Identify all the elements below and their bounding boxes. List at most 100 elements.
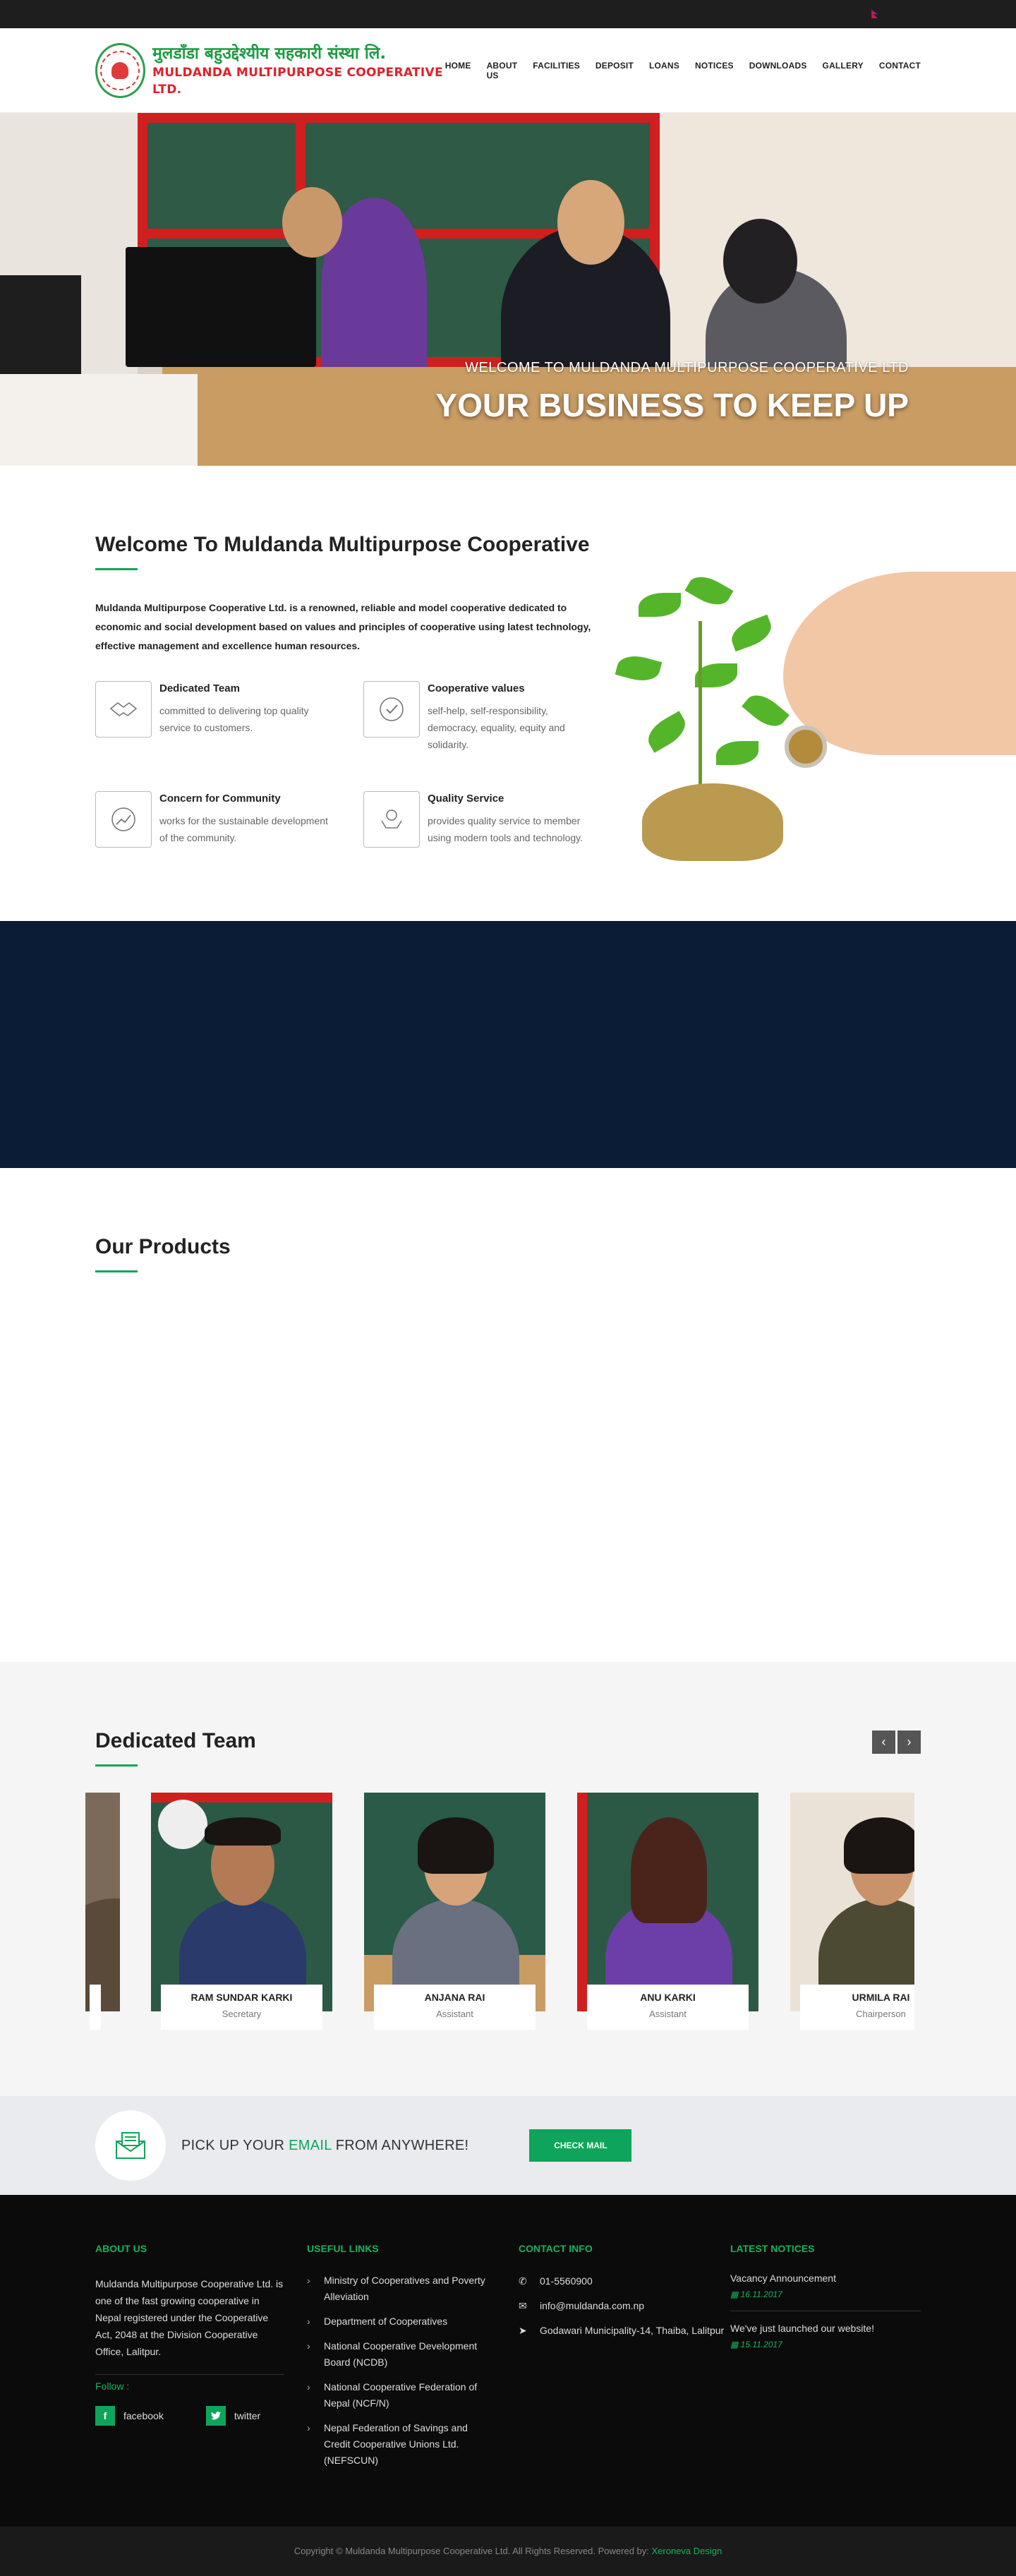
mail-icon: ✉ — [519, 2300, 527, 2311]
chevron-right-icon: › — [307, 2381, 310, 2393]
member-name: ANU KARKI — [640, 1992, 696, 2003]
footer-contact: CONTACT INFO ✆ 01-5560900 ✉ info@muldanda.… — [519, 2243, 730, 2477]
email-strip: PICK UP YOUR EMAIL FROM ANYWHERE! CHECK … — [0, 2096, 1016, 2195]
title-underline — [95, 1764, 138, 1767]
nav-home[interactable]: HOME — [445, 61, 471, 80]
contact-email[interactable]: ✉ info@muldanda.com.np — [519, 2297, 730, 2314]
main-nav: HOME ABOUT US FACILITIES DEPOSIT LOANS N… — [445, 61, 921, 80]
member-photo — [577, 1793, 758, 2011]
nav-loans[interactable]: LOANS — [649, 61, 679, 80]
feature-grid: Dedicated Team committed to delivering t… — [95, 681, 617, 848]
member-role: Chairperson — [856, 2009, 906, 2019]
logo-english-text: MULDANDA MULTIPURPOSE COOPERATIVE LTD. — [152, 66, 443, 97]
feature-item: Quality Service provides quality service… — [363, 791, 617, 848]
footer-link-item[interactable]: › National Cooperative Federation of Nepa… — [307, 2379, 496, 2412]
feature-desc: committed to delivering top quality serv… — [159, 705, 309, 733]
site-logo[interactable]: मुलडाँडा बहुउद्देश्यीय सहकारी संस्था लि.… — [95, 43, 445, 98]
contact-phone: ✆ 01-5560900 — [519, 2273, 730, 2289]
carousel-prev-button[interactable]: ‹ — [872, 1731, 895, 1754]
team-title: Dedicated Team — [95, 1729, 256, 1752]
calendar-icon: ▦ — [730, 2340, 741, 2349]
chevron-right-icon: › — [307, 2316, 310, 2327]
notice-item[interactable]: Vacancy Announcement ▦ 16.11.2017 — [730, 2273, 921, 2311]
site-footer: ABOUT US Muldanda Multipurpose Cooperati… — [0, 2195, 1016, 2527]
footer-contact-title: CONTACT INFO — [519, 2243, 593, 2254]
feature-desc: provides quality service to member using… — [428, 815, 583, 843]
nav-gallery[interactable]: GALLERY — [823, 61, 864, 80]
feature-title: Quality Service — [428, 793, 504, 805]
team-carousel: RAM SUNDAR KARKI Secretary ANJANA RAI As… — [85, 1793, 914, 2040]
chevron-right-icon: › — [307, 2340, 310, 2352]
hero-subtitle: WELCOME TO MULDANDA MULTIPURPOSE COOPERA… — [465, 360, 909, 375]
hero-banner: WELCOME TO MULDANDA MULTIPURPOSE COOPERA… — [0, 113, 1016, 466]
powered-by-link[interactable]: Xeroneva Design — [652, 2546, 722, 2556]
carousel-next-button[interactable]: › — [897, 1731, 921, 1754]
cooperative-emblem-icon — [95, 43, 145, 98]
footer-link-item[interactable]: › Nepal Federation of Savings and Credit … — [307, 2420, 496, 2469]
logo-nepali-text: मुलडाँडा बहुउद्देश्यीय सहकारी संस्था लि. — [152, 44, 387, 63]
nepal-flag-icon[interactable] — [871, 10, 878, 18]
member-name: URMILA RAI — [852, 1992, 910, 2003]
feature-desc: self-help, self-responsibility, democrac… — [428, 705, 565, 750]
nav-contact[interactable]: CONTACT — [879, 61, 921, 80]
member-photo — [364, 1793, 545, 2011]
footer-link-item[interactable]: › Ministry of Cooperatives and Poverty Al… — [307, 2273, 496, 2305]
hands-money-icon — [363, 791, 420, 848]
footer-links-title: USEFUL LINKS — [307, 2243, 379, 2254]
notice-date: ▦ 16.11.2017 — [730, 2289, 782, 2299]
team-member-card[interactable]: RAM SUNDAR KARKI Secretary — [151, 1793, 332, 2030]
member-name: RAM SUNDAR KARKI — [190, 1992, 293, 2003]
handshake-icon — [95, 681, 152, 738]
copyright-text: Copyright © Muldanda Multipurpose Cooper… — [294, 2546, 652, 2556]
feature-item: Concern for Community works for the sust… — [95, 791, 363, 848]
location-arrow-icon: ➤ — [519, 2325, 527, 2336]
member-photo — [151, 1793, 332, 2011]
chevron-right-icon: › — [307, 2275, 310, 2286]
nav-deposit[interactable]: DEPOSIT — [595, 61, 634, 80]
calendar-icon: ▦ — [730, 2289, 741, 2299]
team-member-card[interactable] — [85, 1793, 120, 2030]
notice-date: ▦ 15.11.2017 — [730, 2340, 782, 2349]
team-member-card[interactable]: ANU KARKI Assistant — [577, 1793, 758, 2030]
envelope-icon — [95, 2110, 166, 2181]
computer-monitor-image — [126, 247, 316, 367]
products-title: Our Products — [95, 1235, 231, 1258]
title-underline — [95, 568, 138, 570]
nav-notices[interactable]: NOTICES — [695, 61, 734, 80]
welcome-intro: Muldanda Multipurpose Cooperative Ltd. i… — [95, 602, 591, 651]
stats-band — [0, 921, 1016, 1168]
title-underline — [95, 1270, 138, 1272]
nav-about-us[interactable]: ABOUT US — [487, 61, 518, 80]
feature-title: Concern for Community — [159, 793, 281, 805]
member-name: ANJANA RAI — [424, 1992, 485, 2003]
member-role: Secretary — [222, 2009, 262, 2019]
welcome-title: Welcome To Muldanda Multipurpose Coopera… — [95, 533, 590, 556]
nav-facilities[interactable]: FACILITIES — [533, 61, 580, 80]
notice-title: Vacancy Announcement — [730, 2273, 836, 2284]
feature-title: Cooperative values — [428, 682, 525, 694]
footer-link-item[interactable]: › National Cooperative Development Board … — [307, 2338, 496, 2371]
growth-chart-icon — [95, 791, 152, 848]
twitter-link[interactable]: twitter — [205, 2406, 260, 2426]
feature-item: Cooperative values self-help, self-respo… — [363, 681, 617, 753]
footer-link-item[interactable]: › Department of Cooperatives — [307, 2313, 496, 2330]
checkmark-badge-icon — [363, 681, 420, 738]
copyright-bar: Copyright © Muldanda Multipurpose Cooper… — [0, 2527, 1016, 2576]
top-bar — [0, 0, 1016, 28]
chevron-right-icon: › — [307, 2422, 310, 2433]
nav-downloads[interactable]: DOWNLOADS — [749, 61, 807, 80]
welcome-section: Welcome To Muldanda Multipurpose Coopera… — [0, 466, 1016, 921]
check-mail-button[interactable]: CHECK MAIL — [529, 2129, 632, 2162]
footer-about-title: ABOUT US — [95, 2243, 147, 2254]
feature-desc: works for the sustainable development of… — [159, 815, 328, 843]
products-section: Our Products — [0, 1168, 1016, 1662]
notice-item[interactable]: We've just launched our website! ▦ 15.11… — [730, 2323, 921, 2361]
team-member-card[interactable]: URMILA RAI Chairperson — [790, 1793, 914, 2030]
hero-title: YOUR BUSINESS TO KEEP UP — [435, 387, 909, 423]
team-member-card[interactable]: ANJANA RAI Assistant — [364, 1793, 545, 2030]
member-role: Assistant — [649, 2009, 687, 2019]
footer-notices-title: LATEST NOTICES — [730, 2243, 815, 2254]
notice-title: We've just launched our website! — [730, 2323, 874, 2334]
member-role: Assistant — [436, 2009, 473, 2019]
facebook-link[interactable]: f facebook — [95, 2406, 164, 2426]
